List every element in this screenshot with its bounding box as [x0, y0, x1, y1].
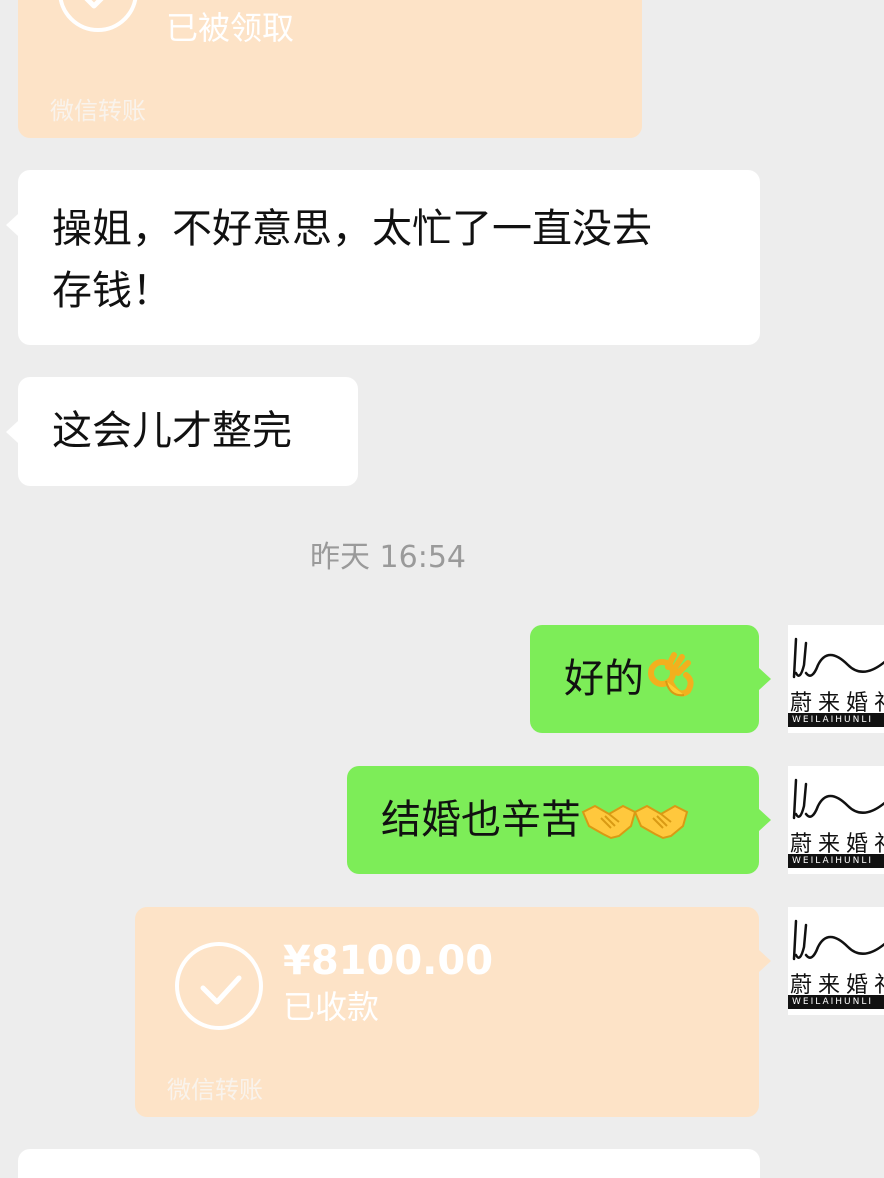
received-message[interactable]: 这会儿才整完 [18, 377, 358, 486]
handshake-icon [633, 792, 689, 844]
transfer-card-sent[interactable]: ¥8100.00 已收款 微信转账 [135, 907, 759, 1117]
message-text: 好的 [564, 656, 644, 702]
avatar[interactable]: 蔚来婚礼 WEILAIHUNLI [788, 625, 884, 733]
avatar[interactable]: 蔚来婚礼 WEILAIHUNLI [788, 907, 884, 1015]
transfer-status: 已被领取 [166, 9, 295, 47]
transfer-status: 已收款 [283, 988, 380, 1026]
message-text: 这会儿才整完 [52, 408, 292, 454]
avatar[interactable]: 蔚来婚礼 WEILAIHUNLI [788, 766, 884, 874]
received-message[interactable] [18, 1149, 760, 1178]
bubble-tail [6, 214, 18, 236]
transfer-card-received[interactable]: 已被领取 微信转账 [18, 0, 642, 138]
handshake-icon [581, 792, 637, 844]
chat-window: 已被领取 微信转账 操姐，不好意思，太忙了一直没去 存钱！ 这会儿才整完 昨天 … [0, 0, 884, 1178]
message-text-line: 存钱！ [52, 268, 172, 314]
message-text-line: 操姐，不好意思，太忙了一直没去 [52, 206, 652, 252]
check-circle-icon [58, 0, 138, 32]
check-circle-icon [175, 942, 263, 1030]
logo-script-icon [792, 637, 884, 679]
transfer-footer-label: 微信转账 [50, 97, 146, 125]
sent-message[interactable]: 好的 [530, 625, 759, 733]
sent-message[interactable]: 结婚也辛苦 [347, 766, 759, 874]
received-message[interactable]: 操姐，不好意思，太忙了一直没去 存钱！ [18, 170, 760, 345]
brand-name-en: WEILAIHUNLI [788, 854, 884, 868]
message-text: 结婚也辛苦 [381, 797, 581, 843]
brand-name-en: WEILAIHUNLI [788, 713, 884, 727]
transfer-amount: ¥8100.00 [283, 938, 494, 984]
brand-name-en: WEILAIHUNLI [788, 995, 884, 1009]
bubble-tail [6, 421, 18, 443]
bubble-tail [759, 950, 771, 972]
bubble-tail [759, 668, 771, 690]
message-timestamp: 昨天 16:54 [310, 540, 466, 575]
logo-script-icon [792, 778, 884, 820]
bubble-tail [759, 809, 771, 831]
ok-hand-icon [644, 651, 696, 703]
transfer-footer-label: 微信转账 [167, 1076, 263, 1104]
logo-script-icon [792, 919, 884, 961]
